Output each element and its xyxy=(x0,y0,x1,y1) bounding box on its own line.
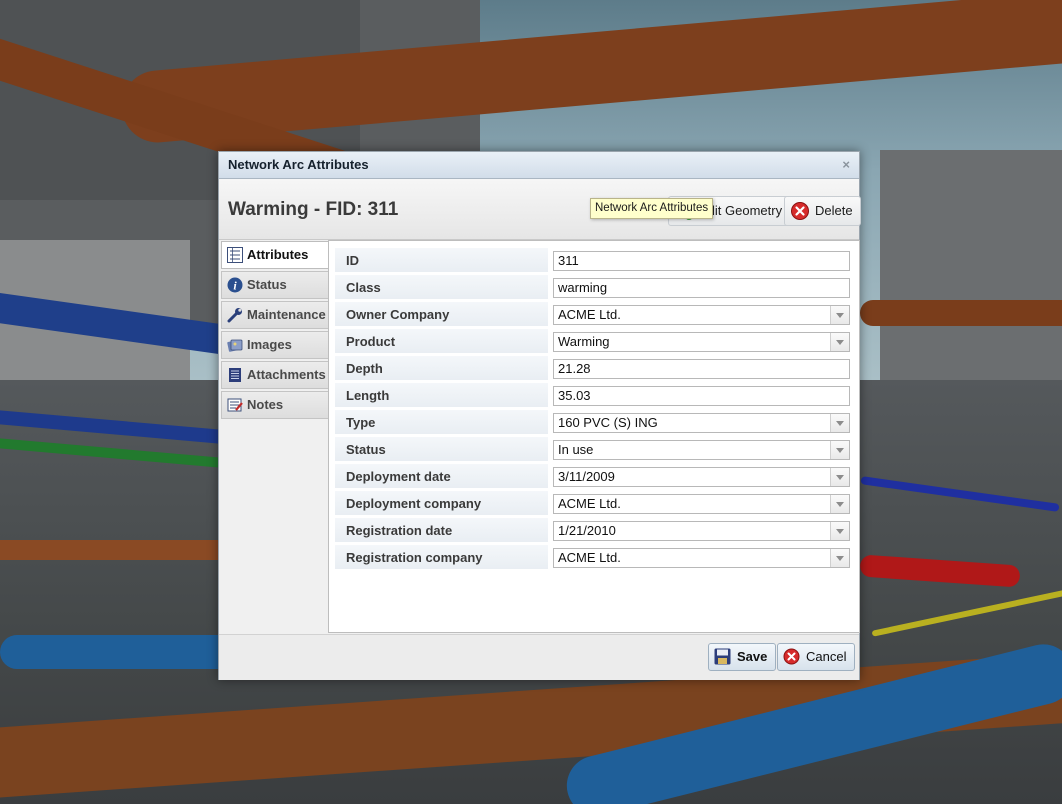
tab-label: Images xyxy=(247,337,292,352)
tab-attachments[interactable]: Attachments xyxy=(221,361,329,389)
save-icon xyxy=(714,648,731,665)
tab-label: Attributes xyxy=(247,247,309,262)
chevron-down-icon[interactable] xyxy=(830,549,849,567)
chevron-down-icon[interactable] xyxy=(830,522,849,540)
field-label: Status xyxy=(335,437,548,462)
feature-title: Warming - FID: 311 xyxy=(228,199,399,220)
field-row-deployment-company: Deployment company ACME Ltd. xyxy=(335,491,850,517)
cancel-label: Cancel xyxy=(806,649,847,664)
type-value: 160 PVC (S) ING xyxy=(558,415,658,430)
field-label: Length xyxy=(335,383,548,408)
images-icon xyxy=(227,339,243,352)
wrench-icon xyxy=(227,308,242,323)
cancel-icon xyxy=(783,648,800,665)
list-icon xyxy=(227,247,243,263)
chevron-down-icon[interactable] xyxy=(830,495,849,513)
deployment-date-value: 3/11/2009 xyxy=(558,469,615,484)
dialog-title: Network Arc Attributes xyxy=(228,157,369,172)
field-label: Registration company xyxy=(335,545,548,570)
status-value: In use xyxy=(558,442,594,457)
chevron-down-icon[interactable] xyxy=(830,414,849,432)
deployment-company-value: ACME Ltd. xyxy=(558,496,621,511)
tab-label: Maintenance xyxy=(247,307,326,322)
length-field[interactable]: 35.03 xyxy=(553,386,850,406)
field-row-depth: Depth 21.28 xyxy=(335,356,850,382)
class-field[interactable]: warming xyxy=(553,278,850,298)
deployment-company-select[interactable]: ACME Ltd. xyxy=(553,494,850,514)
chevron-down-icon[interactable] xyxy=(830,333,849,351)
field-label: Depth xyxy=(335,356,548,381)
attachment-icon xyxy=(229,368,241,382)
notes-icon xyxy=(227,398,243,412)
product-value: Warming xyxy=(558,334,610,349)
field-row-product: Product Warming xyxy=(335,329,850,355)
pipe xyxy=(0,635,240,669)
tab-maintenance[interactable]: Maintenance xyxy=(221,301,329,329)
tab-status[interactable]: i Status xyxy=(221,271,329,299)
network-arc-attributes-dialog: Network Arc Attributes × Warming - FID: … xyxy=(218,151,861,680)
field-row-length: Length 35.03 xyxy=(335,383,850,409)
owner-company-value: ACME Ltd. xyxy=(558,307,621,322)
tab-label: Attachments xyxy=(247,367,326,382)
delete-icon xyxy=(791,202,809,220)
field-row-id: ID 311 xyxy=(335,248,850,274)
product-select[interactable]: Warming xyxy=(553,332,850,352)
dialog-footer: Save Cancel xyxy=(219,634,859,680)
dialog-title-bar[interactable]: Network Arc Attributes × xyxy=(219,152,859,179)
field-label: Class xyxy=(335,275,548,300)
tooltip: Network Arc Attributes xyxy=(590,198,714,219)
chevron-down-icon[interactable] xyxy=(830,441,849,459)
owner-company-select[interactable]: ACME Ltd. xyxy=(553,305,850,325)
field-label: Owner Company xyxy=(335,302,548,327)
tab-label: Notes xyxy=(247,397,284,412)
chevron-down-icon[interactable] xyxy=(830,306,849,324)
tab-images[interactable]: Images xyxy=(221,331,329,359)
type-select[interactable]: 160 PVC (S) ING xyxy=(553,413,850,433)
dialog-header: Warming - FID: 311 Network Arc Attribute… xyxy=(219,179,861,240)
save-label: Save xyxy=(737,649,768,664)
registration-date-picker[interactable]: 1/21/2010 xyxy=(553,521,850,541)
pipe xyxy=(0,540,240,560)
attributes-panel: ID 311 Class warming Owner Company ACME … xyxy=(328,240,860,633)
registration-company-select[interactable]: ACME Ltd. xyxy=(553,548,850,568)
close-icon[interactable]: × xyxy=(842,152,850,178)
field-row-registration-date: Registration date 1/21/2010 xyxy=(335,518,850,544)
field-row-class: Class warming xyxy=(335,275,850,301)
delete-button[interactable]: Delete xyxy=(784,196,861,226)
field-row-owner-company: Owner Company ACME Ltd. xyxy=(335,302,850,328)
field-label: Deployment company xyxy=(335,491,548,516)
attribute-tabs: Attributes i Status Maintenance Images A… xyxy=(219,240,329,421)
id-field[interactable]: 311 xyxy=(553,251,850,271)
field-row-status: Status In use xyxy=(335,437,850,463)
tab-notes[interactable]: Notes xyxy=(221,391,329,419)
info-icon: i xyxy=(227,277,243,293)
field-label: Type xyxy=(335,410,548,435)
field-label: ID xyxy=(335,248,548,273)
delete-label: Delete xyxy=(815,203,853,218)
chevron-down-icon[interactable] xyxy=(830,468,849,486)
field-label: Registration date xyxy=(335,518,548,543)
field-row-registration-company: Registration company ACME Ltd. xyxy=(335,545,850,571)
save-button[interactable]: Save xyxy=(708,643,777,671)
field-label: Deployment date xyxy=(335,464,548,489)
deployment-date-picker[interactable]: 3/11/2009 xyxy=(553,467,850,487)
registration-date-value: 1/21/2010 xyxy=(558,523,616,538)
field-row-deployment-date: Deployment date 3/11/2009 xyxy=(335,464,850,490)
tab-label: Status xyxy=(247,277,287,292)
tab-attributes[interactable]: Attributes xyxy=(221,241,329,269)
field-label: Product xyxy=(335,329,548,354)
registration-company-value: ACME Ltd. xyxy=(558,550,621,565)
pipe xyxy=(860,300,1062,326)
status-select[interactable]: In use xyxy=(553,440,850,460)
cancel-button[interactable]: Cancel xyxy=(777,643,856,671)
field-row-type: Type 160 PVC (S) ING xyxy=(335,410,850,436)
depth-field[interactable]: 21.28 xyxy=(553,359,850,379)
